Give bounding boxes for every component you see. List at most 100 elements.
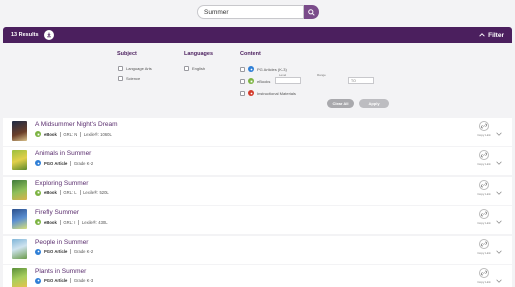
filter-instructional-materials[interactable]: Instructional Materials — [240, 90, 296, 96]
copy-link-button[interactable]: Copy Link — [475, 238, 493, 255]
divider — [70, 160, 71, 166]
filter-label: English — [192, 66, 206, 71]
result-level: GRL: N — [63, 131, 78, 137]
result-meta: PGO Article Grade K-2 — [35, 248, 94, 255]
chevron-down-icon[interactable] — [496, 132, 502, 136]
divider — [78, 219, 79, 225]
divider — [80, 131, 81, 137]
filter-pg-articles[interactable]: PG Articles (K-3) — [240, 66, 287, 72]
copy-link-button[interactable]: Copy Link — [475, 150, 493, 166]
chevron-up-icon — [479, 33, 485, 37]
result-title[interactable]: Animals in Summer — [35, 150, 91, 157]
chevron-down-icon[interactable] — [496, 250, 502, 254]
list-item[interactable]: Plants in Summer PGO Article Grade K-3 C… — [3, 264, 512, 287]
content-type: eBook — [44, 219, 57, 225]
list-item[interactable]: Animals in Summer PGO Article Grade K-2 … — [3, 147, 512, 176]
copy-link-button[interactable]: Copy Link — [475, 121, 493, 137]
results-list: A Midsummer Night's Dream eBook GRL: N L… — [3, 118, 512, 287]
result-level: GRL: L — [63, 190, 77, 196]
search-input[interactable] — [197, 5, 304, 19]
link-icon — [479, 121, 489, 131]
ebook-icon — [35, 189, 41, 196]
filter-label: PG Articles (K-3) — [257, 66, 287, 72]
chevron-down-icon[interactable] — [496, 161, 502, 166]
download-icon — [46, 32, 51, 38]
search-button[interactable] — [304, 5, 319, 19]
result-meta: eBook GRL: L Lexile®: 520L — [35, 189, 109, 196]
list-item[interactable]: Exploring Summer eBook GRL: L Lexile®: 5… — [3, 176, 512, 205]
checkbox[interactable] — [118, 66, 123, 71]
chevron-down-icon[interactable] — [496, 220, 502, 224]
result-title[interactable]: Firefly Summer — [35, 209, 79, 216]
result-grade: Grade K-3 — [73, 278, 94, 284]
divider — [59, 219, 61, 225]
pg-article-icon — [35, 248, 41, 255]
copy-link-label: Copy Link — [477, 133, 491, 137]
result-meta: eBook GRL: I Lexile®: 430L — [35, 219, 108, 226]
filter-language-arts[interactable]: Language Arts — [118, 66, 152, 71]
range-to-input[interactable]: TO — [348, 77, 374, 84]
result-title[interactable]: A Midsummer Night's Dream — [35, 121, 118, 128]
list-item[interactable]: Firefly Summer eBook GRL: I Lexile®: 430… — [3, 206, 512, 235]
divider — [70, 249, 71, 255]
pg-article-icon — [248, 66, 254, 72]
filter-toggle[interactable]: Filter — [479, 27, 504, 43]
apply-button[interactable]: Apply — [359, 99, 389, 108]
copy-link-button[interactable]: Copy Link — [475, 209, 493, 225]
checkbox[interactable] — [184, 66, 189, 71]
list-item[interactable]: People in Summer PGO Article Grade K-2 C… — [3, 235, 512, 264]
ebook-icon — [35, 131, 41, 137]
download-button[interactable] — [43, 30, 54, 40]
link-icon — [479, 150, 489, 161]
checkbox[interactable] — [240, 78, 245, 84]
chevron-down-icon[interactable] — [496, 279, 502, 283]
filter-panel: Subject Language Arts Science Languages … — [3, 43, 512, 116]
clear-all-button[interactable]: Clear All — [327, 99, 354, 108]
range-label-right: Range — [317, 73, 326, 77]
checkbox[interactable] — [118, 76, 123, 81]
pg-article-icon — [35, 277, 41, 284]
result-grade: Grade K-2 — [73, 249, 94, 255]
copy-link-label: Copy Link — [477, 279, 491, 284]
filter-english[interactable]: English — [184, 66, 205, 71]
result-lexile: Lexile®: 430L — [81, 219, 108, 225]
article-thumbnail — [12, 150, 27, 171]
content-title: Content — [240, 51, 261, 57]
checkbox[interactable] — [240, 90, 245, 96]
article-thumbnail — [12, 238, 27, 259]
copy-link-button[interactable]: Copy Link — [475, 179, 493, 196]
ebook-icon — [248, 78, 254, 84]
copy-link-button[interactable]: Copy Link — [475, 267, 493, 284]
search-bar — [197, 5, 319, 19]
book-cover-thumbnail — [12, 179, 27, 200]
filter-ebooks[interactable]: eBooks — [240, 78, 270, 84]
copy-link-label: Copy Link — [477, 221, 491, 226]
list-item[interactable]: A Midsummer Night's Dream eBook GRL: N L… — [3, 118, 512, 146]
checkbox[interactable] — [240, 66, 245, 72]
copy-link-label: Copy Link — [477, 191, 491, 196]
filter-science[interactable]: Science — [118, 76, 140, 81]
search-icon — [308, 8, 315, 16]
result-title[interactable]: People in Summer — [35, 239, 88, 246]
result-title[interactable]: Plants in Summer — [35, 268, 86, 275]
book-cover-thumbnail — [12, 121, 27, 141]
link-icon — [479, 209, 489, 220]
content-type: PGO Article — [44, 249, 68, 255]
result-title[interactable]: Exploring Summer — [35, 180, 88, 187]
result-meta: PGO Article Grade K-2 — [35, 160, 93, 167]
book-cover-thumbnail — [12, 209, 27, 230]
copy-link-label: Copy Link — [477, 250, 491, 255]
divider — [59, 190, 61, 196]
range-from-input[interactable] — [275, 77, 301, 84]
filter-label: Instructional Materials — [257, 90, 296, 96]
link-icon — [479, 267, 489, 278]
result-meta: eBook GRL: N Lexile®: 1060L — [35, 131, 112, 137]
result-meta: PGO Article Grade K-3 — [35, 277, 94, 284]
results-bar: 13 Results Filter — [3, 27, 512, 43]
results-count: 13 Results — [11, 32, 39, 38]
filter-label: Science — [126, 76, 141, 81]
languages-title: Languages — [184, 51, 214, 57]
filter-label: eBooks — [257, 78, 271, 84]
subject-title: Subject — [117, 51, 137, 57]
chevron-down-icon[interactable] — [496, 191, 502, 195]
